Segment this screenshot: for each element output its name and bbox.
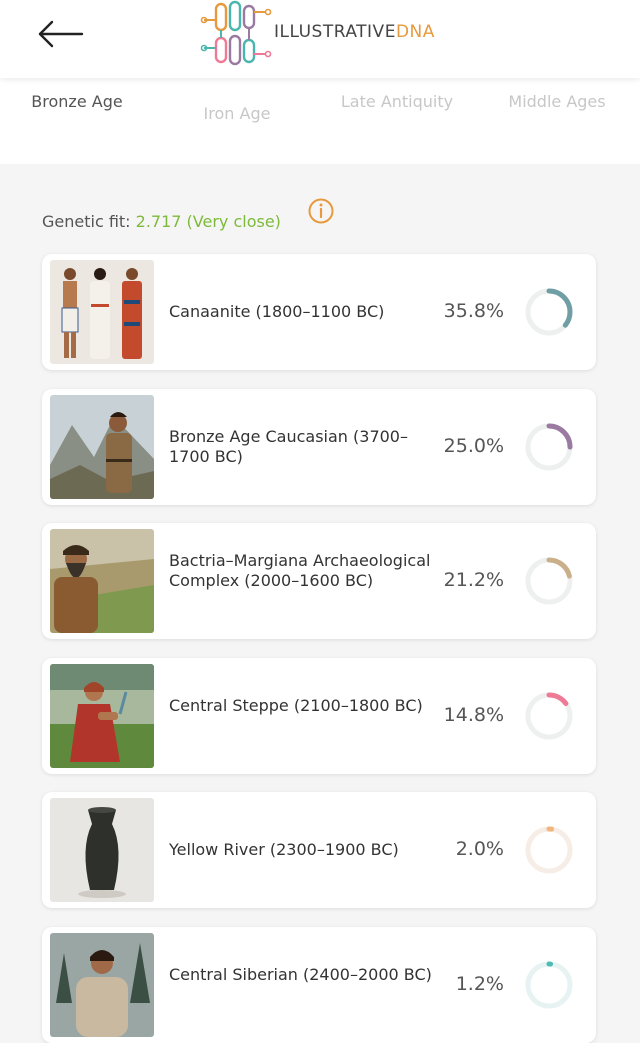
population-name: Bronze Age Caucasian (3700–1700 BC) [169, 427, 408, 466]
population-percent: 21.2% [443, 569, 504, 591]
percent-donut-chart [525, 423, 573, 471]
dna-logo-icon [200, 0, 276, 68]
tab-middle-ages[interactable]: Middle Ages [487, 90, 627, 114]
percent-donut-chart [525, 692, 573, 740]
population-percent: 25.0% [443, 435, 504, 457]
man-in-fur-forest-image [50, 933, 154, 1037]
population-name: Canaanite (1800–1100 BC) [169, 302, 385, 321]
tab-bronze-age[interactable]: Bronze Age [7, 90, 147, 114]
population-card[interactable]: Central Steppe (2100–1800 BC) 14.8% [42, 658, 596, 774]
donut-track [525, 826, 573, 874]
population-name: Central Steppe (2100–1800 BC) [169, 696, 423, 715]
back-arrow-icon[interactable] [34, 16, 88, 52]
population-percent: 35.8% [443, 300, 504, 322]
app-header: ILLUSTRATIVEDNA [0, 0, 640, 78]
population-card[interactable]: Canaanite (1800–1100 BC) 35.8% [42, 254, 596, 370]
population-card[interactable]: Bronze Age Caucasian (3700–1700 BC) 25.0… [42, 389, 596, 505]
genetic-fit-value: 2.717 (Very close) [135, 212, 281, 231]
app-logo: ILLUSTRATIVEDNA [200, 0, 460, 70]
population-percent: 1.2% [455, 973, 504, 995]
population-name: Yellow River (2300–1900 BC) [169, 840, 399, 859]
info-icon[interactable] [308, 198, 334, 224]
black-vase-image [50, 798, 154, 902]
man-in-mountains-image [50, 395, 154, 499]
percent-donut-chart [525, 557, 573, 605]
genetic-fit-label: Genetic fit: [42, 212, 136, 231]
population-card[interactable]: Yellow River (2300–1900 BC) 2.0% [42, 792, 596, 908]
period-tabs: Bronze Age Iron Age Late Antiquity Middl… [0, 78, 640, 164]
tab-late-antiquity[interactable]: Late Antiquity [327, 90, 467, 114]
population-name: Central Siberian (2400–2000 BC) [169, 965, 432, 984]
population-card[interactable]: Bactria–Margiana Archaeological Complex … [42, 523, 596, 639]
percent-donut-chart [525, 826, 573, 874]
group-of-three-figures-image [50, 260, 154, 364]
population-percent: 14.8% [443, 704, 504, 726]
tab-iron-age[interactable]: Iron Age [167, 102, 307, 126]
population-percent: 2.0% [455, 838, 504, 860]
donut-track [525, 961, 573, 1009]
logo-wordmark: ILLUSTRATIVEDNA [274, 22, 435, 42]
genetic-fit: Genetic fit: 2.717 (Very close) [42, 198, 442, 238]
seated-woman-steppe-image [50, 664, 154, 768]
percent-donut-chart [525, 288, 573, 336]
population-card[interactable]: Central Siberian (2400–2000 BC) 1.2% [42, 927, 596, 1043]
population-name: Bactria–Margiana Archaeological Complex … [169, 551, 431, 590]
bearded-man-valley-image [50, 529, 154, 633]
